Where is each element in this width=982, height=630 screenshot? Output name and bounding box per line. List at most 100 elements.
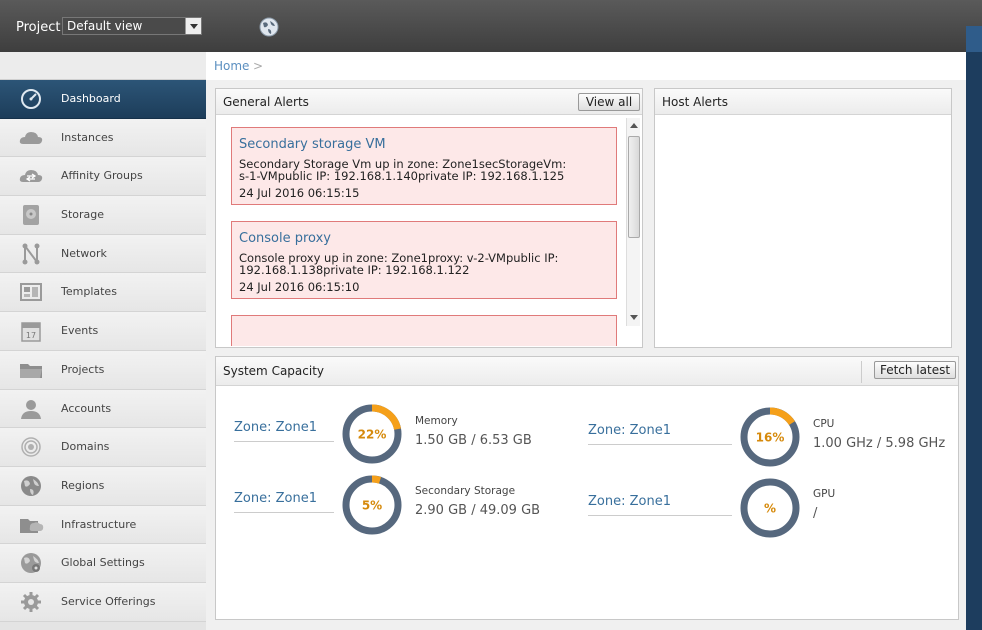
sidebar-item-regions[interactable]: Regions — [0, 466, 206, 506]
capacity-zone-link[interactable]: Zone: Zone1 — [234, 491, 334, 513]
domains-icon — [21, 437, 41, 457]
sidebar-item-global-settings[interactable]: Global Settings — [0, 544, 206, 583]
donut-used-arc — [769, 407, 795, 426]
svg-text:17: 17 — [26, 331, 36, 340]
capacity-donut: % — [740, 478, 800, 538]
sidebar-item-projects[interactable]: Projects — [0, 350, 206, 390]
storage-disk-icon — [23, 205, 39, 226]
donut-percent-label: % — [764, 502, 776, 516]
dashboard-icon — [21, 89, 41, 109]
donut-used-arc — [371, 404, 401, 431]
sidebar-item-label: Dashboard — [61, 92, 121, 105]
capacity-zone-link[interactable]: Zone: Zone1 — [588, 494, 732, 516]
header-divider — [861, 361, 862, 383]
sidebar-item-label: Domains — [61, 440, 110, 454]
host-alerts-panel: Host Alerts — [654, 88, 952, 348]
capacity-donut: 16% — [740, 407, 800, 467]
sidebar-item-infrastructure[interactable]: Infrastructure — [0, 505, 206, 545]
capacity-metric-name: GPU — [813, 488, 836, 500]
scroll-thumb[interactable] — [628, 136, 640, 238]
user-icon — [21, 399, 41, 419]
alerts-scrollbar[interactable] — [626, 118, 640, 326]
sidebar-item-label: Events — [61, 324, 99, 338]
alert-title[interactable]: Console proxy — [239, 231, 331, 246]
donut-percent-label: 5% — [362, 499, 382, 513]
cloud-icon — [19, 131, 43, 144]
sidebar-item-affinity-groups[interactable]: Affinity Groups — [0, 157, 206, 197]
system-capacity-panel: System Capacity Fetch latest Zone: Zone1… — [215, 356, 959, 620]
calendar-icon: 17 — [21, 322, 41, 342]
affinity-cloud-icon — [19, 170, 43, 183]
sidebar-item-events[interactable]: 17 Events — [0, 312, 206, 351]
scroll-up-icon[interactable] — [630, 123, 638, 128]
globe-icon — [21, 475, 41, 496]
project-select-value: Default view — [67, 19, 143, 33]
donut-used-arc — [371, 475, 382, 484]
folder-icon — [20, 363, 42, 378]
scroll-down-icon[interactable] — [630, 315, 638, 320]
infrastructure-icon — [20, 518, 44, 533]
capacity-donut: 5% — [342, 475, 402, 535]
fetch-latest-button[interactable]: Fetch latest — [874, 361, 956, 379]
capacity-metric-name: Secondary Storage — [415, 485, 516, 497]
sidebar-item-label: Global Settings — [61, 556, 145, 570]
system-capacity-title: System Capacity — [223, 364, 325, 378]
sidebar-item-templates[interactable]: Templates — [0, 273, 206, 313]
breadcrumb-home[interactable]: Home — [214, 59, 249, 73]
gear-icon — [21, 591, 41, 612]
alert-card-partial[interactable] — [231, 315, 617, 346]
capacity-metric-value: 1.50 GB / 6.53 GB — [415, 433, 532, 448]
sidebar-item-label: Network — [61, 246, 107, 260]
system-capacity-header: System Capacity Fetch latest — [216, 357, 958, 386]
capacity-metric-name: CPU — [813, 418, 835, 430]
alert-description: Console proxy up in zone: Zone1proxy: v-… — [239, 252, 609, 276]
chevron-down-icon[interactable] — [185, 18, 201, 34]
alerts-list: Secondary storage VM Secondary Storage V… — [216, 116, 640, 346]
donut-percent-label: 22% — [358, 428, 387, 442]
alert-card[interactable]: Secondary storage VM Secondary Storage V… — [231, 127, 617, 205]
sidebar-item-accounts[interactable]: Accounts — [0, 389, 206, 429]
sidebar-item-instances[interactable]: Instances — [0, 118, 206, 158]
sidebar: Dashboard Instances Affinity Groups Stor… — [0, 52, 206, 630]
alert-title[interactable]: Secondary storage VM — [239, 137, 386, 152]
right-edge-panel — [966, 52, 982, 630]
alert-timestamp: 24 Jul 2016 06:15:10 — [239, 280, 360, 294]
sidebar-item-storage[interactable]: Storage — [0, 196, 206, 235]
alert-description-line: s-1-VMpublic IP: 192.168.1.140private IP… — [239, 169, 565, 183]
sidebar-item-label: Service Offerings — [61, 594, 156, 608]
sidebar-item-label: Storage — [61, 208, 105, 222]
donut-percent-label: 16% — [756, 431, 785, 445]
view-all-button[interactable]: View all — [578, 93, 640, 111]
top-header: Project: Default view — [0, 0, 982, 52]
host-alerts-title: Host Alerts — [662, 95, 728, 109]
capacity-metric-name: Memory — [415, 415, 458, 427]
templates-icon — [20, 283, 42, 302]
sidebar-item-label: Templates — [61, 285, 117, 299]
capacity-zone-link[interactable]: Zone: Zone1 — [588, 423, 732, 445]
alert-description-line: 192.168.1.138private IP: 192.168.1.122 — [239, 263, 470, 277]
general-alerts-header: General Alerts View all — [216, 89, 642, 115]
sidebar-item-label: Regions — [61, 478, 105, 492]
capacity-metric-value: / — [813, 506, 818, 521]
alert-description: Secondary Storage Vm up in zone: Zone1se… — [239, 158, 609, 182]
sidebar-item-service-offerings[interactable]: Service Offerings — [0, 582, 206, 622]
sidebar-item-domains[interactable]: Domains — [0, 428, 206, 467]
general-alerts-panel: General Alerts View all Secondary storag… — [215, 88, 643, 348]
project-select[interactable]: Default view — [62, 17, 202, 35]
sidebar-spacer — [0, 52, 206, 80]
breadcrumb: Home > — [206, 52, 966, 80]
breadcrumb-separator: > — [253, 59, 264, 73]
sidebar-item-network[interactable]: Network — [0, 234, 206, 274]
main-content: Home > General Alerts View all Secondary… — [206, 52, 966, 630]
general-alerts-title: General Alerts — [223, 95, 309, 109]
globe-icon[interactable] — [259, 17, 279, 37]
sidebar-item-dashboard[interactable]: Dashboard — [0, 80, 206, 119]
sidebar-item-label: Infrastructure — [61, 517, 137, 531]
host-alerts-header: Host Alerts — [655, 89, 951, 115]
sidebar-item-label: Instances — [61, 130, 114, 144]
sidebar-item-label: Accounts — [61, 401, 112, 415]
capacity-metric-value: 1.00 GHz / 5.98 GHz — [813, 436, 946, 451]
capacity-donut: 22% — [342, 404, 402, 464]
alert-card[interactable]: Console proxy Console proxy up in zone: … — [231, 221, 617, 299]
capacity-zone-link[interactable]: Zone: Zone1 — [234, 420, 334, 442]
